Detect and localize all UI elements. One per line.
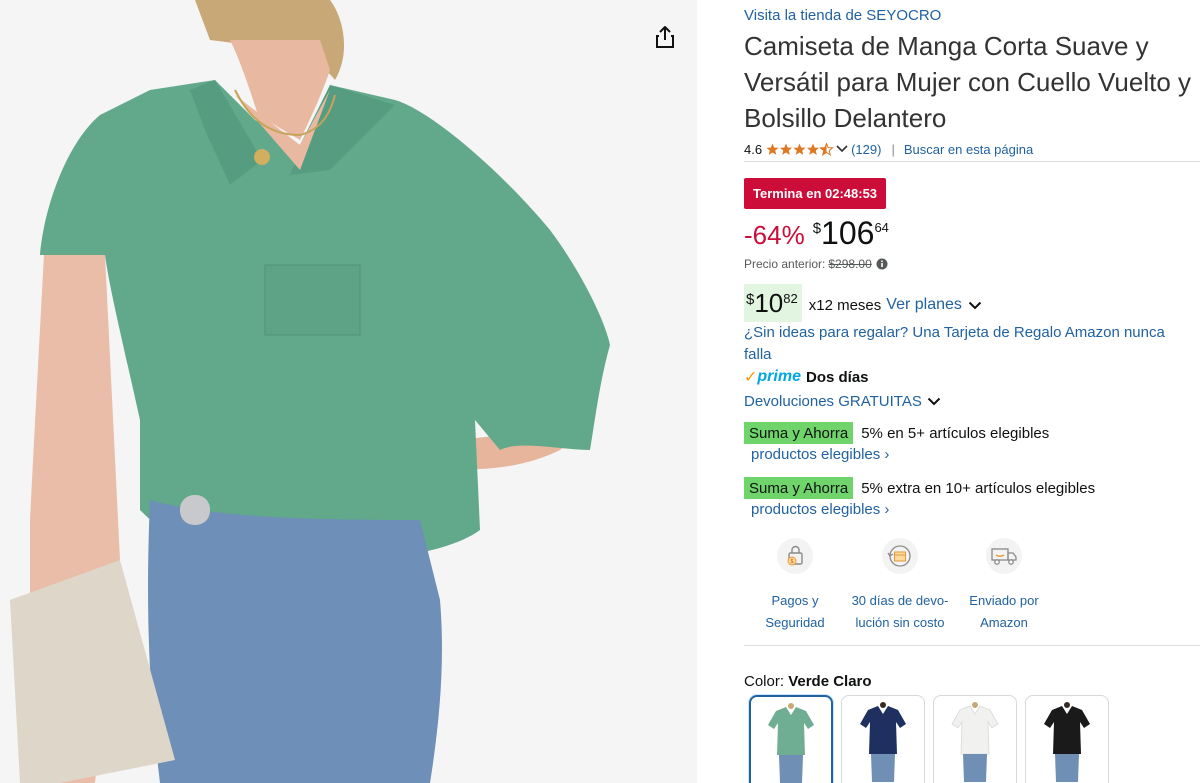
info-icon[interactable] [876,258,888,270]
color-swatch-azul-marino[interactable] [841,695,925,783]
selected-color-name: Verde Claro [788,673,872,690]
color-swatch-verde-claro[interactable] [749,695,833,783]
product-title: Camiseta de Manga Corta Suave y Versátil… [744,31,1192,133]
feature-label-line: Enviado por [969,593,1039,608]
prime-delivery-days: Dos días [805,368,869,386]
deal-timer-badge: Termina en 02:48:53 [744,178,887,209]
search-page-link[interactable]: Buscar en esta página [904,142,1033,157]
feature-label-line: Pagos y [771,593,819,608]
color-label: Color: [744,673,785,690]
installment-symbol: $ [746,291,755,308]
product-photo[interactable] [0,0,697,783]
promo-row: Suma y Ahorra 5% en 5+ artículos elegibl… [744,422,1049,444]
shirt-thumbnail [860,702,906,782]
color-swatch-blanco[interactable] [933,695,1017,783]
feature-badges: $ Pagos y Seguridad 30 días de devo- luc… [744,538,1200,638]
divider [744,161,1200,162]
feature-label-line: 30 días de devo- [851,593,949,608]
return-box-icon [882,538,918,574]
svg-text:$: $ [790,558,794,565]
promo-tag: Suma y Ahorra [744,477,854,499]
store-link[interactable]: Visita la tienda de SEYOCRO [744,7,941,24]
installment-whole: 10 [754,288,784,318]
previous-price-label: Precio anterior: [744,257,826,271]
price-fraction: 64 [874,220,889,235]
product-details: Visita la tienda de SEYOCRO Camiseta de … [744,0,1200,783]
promo-text: 5% en 5+ artículos elegibles [861,424,1050,442]
current-price: $ 106 64 [813,214,889,252]
shirt-thumbnail [1044,702,1090,782]
feature-label-line: Seguridad [765,615,825,630]
installment-price: $ 10 82 [744,284,802,322]
eligible-products-link[interactable]: productos elegibles › [751,501,889,518]
chevron-down-icon[interactable] [927,397,941,406]
free-returns-label: Devoluciones GRATUITAS [744,393,922,410]
promo-tag: Suma y Ahorra [744,422,854,444]
color-swatch-negro[interactable] [1025,695,1109,783]
color-swatches [749,695,1117,783]
shirt-thumbnail [951,702,999,782]
previous-price: Precio anterior: $298.00 [744,257,888,271]
review-count-link[interactable]: (129) [851,142,881,157]
price-symbol: $ [812,220,822,237]
share-button[interactable] [650,22,680,52]
feature-returns[interactable]: 30 días de devo- lución sin costo [845,538,955,634]
installment-fraction: 82 [783,291,798,306]
gift-card-link[interactable]: ¿Sin ideas para regalar? Una Tarjeta de … [744,322,1194,366]
divider: | [891,141,895,157]
share-icon [656,26,674,48]
rating-value: 4.6 [744,141,763,157]
view-plans-link[interactable]: Ver planes [886,296,962,314]
shirt-thumbnail [768,703,814,783]
prime-delivery: ✓ prime Dos días [744,367,869,387]
price-whole: 106 [821,215,875,251]
prime-logo: prime [757,368,801,385]
feature-shipped-by-amazon[interactable]: Enviado por Amazon [949,538,1059,634]
chevron-down-icon[interactable] [968,301,982,310]
prime-check-icon: ✓ [744,369,758,386]
free-returns-link[interactable]: Devoluciones GRATUITAS [744,393,941,410]
feature-label-line: Amazon [980,615,1028,630]
promo-text: 5% extra en 10+ artículos elegibles [861,479,1096,497]
feature-secure-payment[interactable]: $ Pagos y Seguridad [744,538,850,634]
star-rating-icon[interactable] [766,142,834,156]
color-selector-label: Color: Verde Claro [744,673,872,690]
secure-payment-icon: $ [777,538,813,574]
discount-percent: -64% [744,220,805,250]
rating-row: 4.6 (129) | Buscar en esta página [744,139,1033,159]
product-image-panel[interactable] [0,0,697,783]
feature-label-line: lución sin costo [855,615,945,630]
promo-row: Suma y Ahorra 5% extra en 10+ artículos … [744,477,1095,499]
previous-price-value: $298.00 [828,257,872,271]
installment-months: x12 meses [808,296,882,314]
price-row: -64% $ 106 64 [744,214,889,252]
installments-row: $ 10 82 x12 meses Ver planes [744,284,982,322]
eligible-products-link[interactable]: productos elegibles › [751,446,889,463]
delivery-truck-icon [986,538,1022,574]
chevron-down-icon[interactable] [836,145,848,153]
divider [744,645,1200,646]
